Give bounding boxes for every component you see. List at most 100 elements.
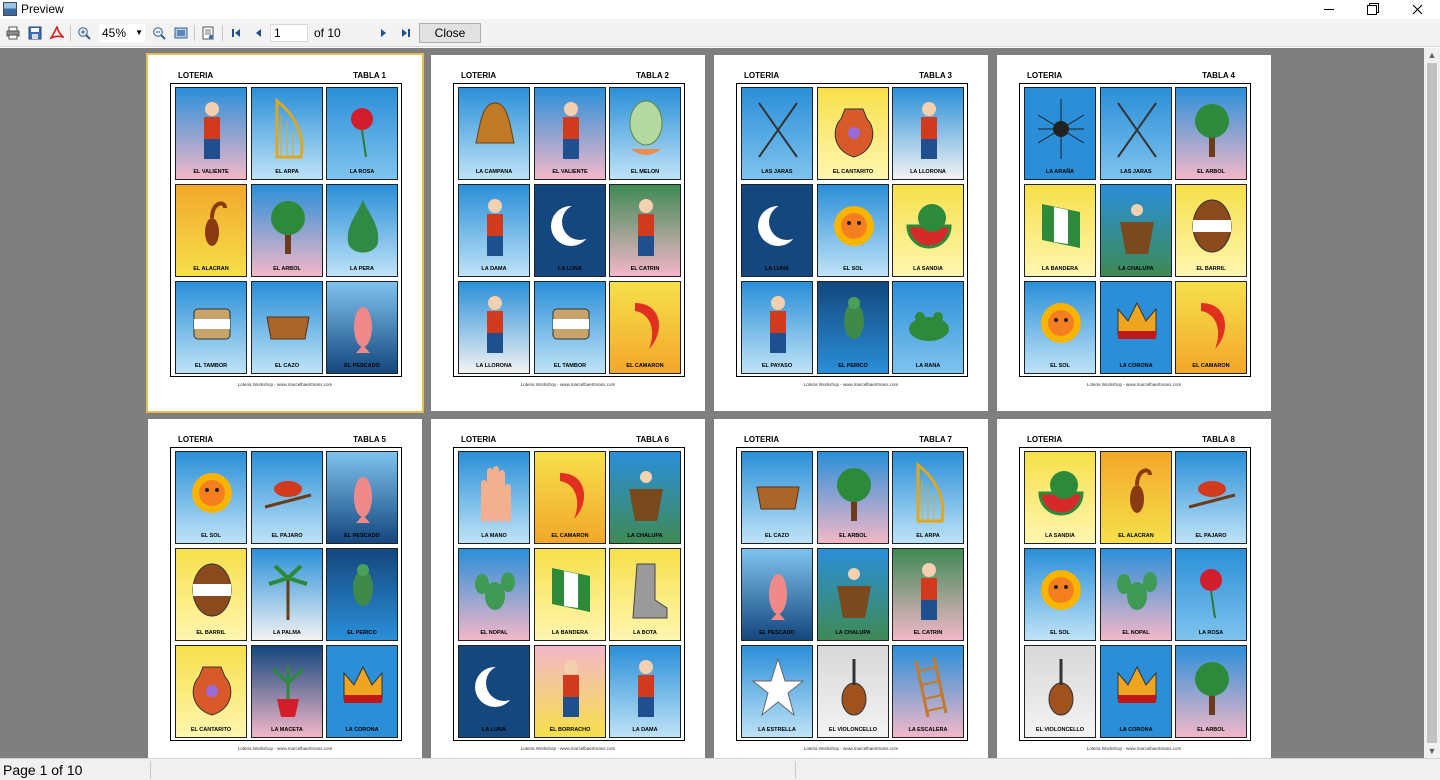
next-page-button[interactable] — [375, 24, 393, 42]
card-label: LA ROSA — [1198, 630, 1224, 636]
card-label: LA LUNA — [765, 266, 789, 272]
page-footer: Loteria Workshop - www.marcelbaertmans.c… — [520, 382, 616, 387]
preview-page[interactable]: LOTERIA TABLA 6 LA MANO EL CAMARON LA CHALUP… — [431, 419, 705, 758]
preview-page[interactable]: LOTERIA TABLA 8 LA SANDIA EL ALACRAN EL PAJA… — [997, 419, 1271, 758]
zoom-out-button[interactable] — [150, 24, 168, 42]
card-el-arpa: EL ARPA — [892, 451, 964, 544]
print-button[interactable] — [4, 24, 22, 42]
el-catrin-icon — [618, 191, 674, 261]
card-el-camaron: EL CAMARON — [534, 451, 606, 544]
el-alacran-icon — [1109, 458, 1165, 528]
zoom-select[interactable]: 45% ▼ — [99, 24, 145, 42]
vertical-scrollbar[interactable]: ▲ ▼ — [1424, 48, 1440, 758]
el-cazo-icon — [260, 288, 316, 358]
card-label: EL TAMBOR — [553, 363, 587, 369]
fit-page-button[interactable] — [172, 24, 190, 42]
card-label: EL BARRIL — [196, 630, 226, 636]
el-arbol-icon — [1184, 652, 1240, 722]
card-el-camaron: EL CAMARON — [609, 281, 681, 374]
page-heading: LOTERIA TABLA 7 — [744, 435, 952, 444]
card-label: LA LUNA — [558, 266, 582, 272]
card-el-sol: EL SOL — [817, 184, 889, 277]
card-el-pescado: EL PESCADO — [326, 451, 398, 544]
loteria-board: EL SOL EL PAJARO EL PESCADO EL BARRIL LA PAL… — [170, 447, 402, 741]
page-heading-left: LOTERIA — [461, 435, 497, 444]
el-cazo-icon — [750, 458, 806, 528]
card-label: LA LLORONA — [476, 363, 512, 369]
last-page-button[interactable] — [397, 24, 415, 42]
preview-page[interactable]: LOTERIA TABLA 3 LAS JARAS EL CANTARITO LA LL… — [714, 55, 988, 411]
card-label: LA MACETA — [271, 727, 303, 733]
card-label: LA ESCALERA — [908, 727, 948, 733]
scroll-down-arrow-icon[interactable]: ▼ — [1424, 744, 1440, 758]
card-label: LA LLORONA — [910, 169, 946, 175]
close-window-button[interactable] — [1394, 0, 1440, 19]
first-page-icon — [232, 29, 240, 37]
page-number-input[interactable]: 1 — [270, 24, 308, 42]
page-footer: Loteria Workshop - www.marcelbaertmans.c… — [803, 746, 899, 751]
export-pdf-button[interactable] — [48, 24, 66, 42]
close-button[interactable]: Close — [419, 23, 481, 43]
card-el-arbol: EL ARBOL — [1175, 645, 1247, 738]
card-label: LA ROSA — [349, 169, 375, 175]
restore-button[interactable] — [1349, 0, 1395, 19]
page-count-label: of 10 — [314, 26, 341, 40]
las-jaras-icon — [750, 94, 806, 164]
el-barril-icon — [1184, 191, 1240, 261]
scrollbar-thumb[interactable] — [1427, 63, 1437, 743]
el-pescado-icon — [750, 555, 806, 625]
first-page-button[interactable] — [227, 24, 245, 42]
el-nopal-icon — [1109, 555, 1165, 625]
card-el-violoncello: EL VIOLONCELLO — [817, 645, 889, 738]
el-camaron-icon — [543, 458, 599, 528]
zoom-in-button[interactable] — [75, 24, 93, 42]
card-el-cazo: EL CAZO — [741, 451, 813, 544]
preview-page[interactable]: LOTERIA TABLA 5 EL SOL EL PAJARO EL PESCADO E… — [148, 419, 422, 758]
preview-page[interactable]: LOTERIA TABLA 7 EL CAZO EL ARBOL EL ARPA EL P… — [714, 419, 988, 758]
scroll-up-arrow-icon[interactable]: ▲ — [1424, 48, 1440, 62]
card-el-sol: EL SOL — [1024, 281, 1096, 374]
card-label: LA CHALUPA — [627, 533, 663, 539]
card-el-melon: EL MELON — [609, 87, 681, 180]
card-la-corona: LA CORONA — [1100, 645, 1172, 738]
status-divider — [150, 761, 151, 779]
previous-page-button[interactable] — [249, 24, 267, 42]
card-el-tambor: EL TAMBOR — [175, 281, 247, 374]
card-label: LA BANDERA — [1041, 266, 1079, 272]
minimize-button[interactable] — [1306, 0, 1352, 19]
card-label: EL PAJARO — [271, 533, 303, 539]
card-el-barril: EL BARRIL — [175, 548, 247, 641]
preview-area[interactable]: LOTERIA TABLA 1 EL VALIENTE EL ARPA LA ROSA E… — [0, 48, 1424, 758]
card-el-payaso: EL PAYASO — [741, 281, 813, 374]
el-sol-icon — [826, 191, 882, 261]
page-footer: Loteria Workshop - www.marcelbaertmans.c… — [520, 746, 616, 751]
preview-page[interactable]: LOTERIA TABLA 4 LA ARAÑA LAS JARAS EL ARBOL L… — [997, 55, 1271, 411]
save-button[interactable] — [26, 24, 44, 42]
card-label: EL VALIENTE — [193, 169, 229, 175]
el-arbol-icon — [1184, 94, 1240, 164]
card-label: EL ARPA — [275, 169, 299, 175]
previous-page-icon — [256, 29, 261, 37]
page-heading-left: LOTERIA — [1027, 435, 1063, 444]
loteria-board: EL VALIENTE EL ARPA LA ROSA EL ALACRAN EL AR… — [170, 83, 402, 377]
loteria-board: LAS JARAS EL CANTARITO LA LLORONA LA LUNA EL… — [736, 83, 968, 377]
page-footer: Loteria Workshop - www.marcelbaertmans.c… — [1086, 746, 1182, 751]
la-escalera-icon — [901, 652, 957, 722]
la-rosa-icon — [1184, 555, 1240, 625]
page-heading: LOTERIA TABLA 1 — [178, 71, 386, 80]
preview-page[interactable]: LOTERIA TABLA 2 LA CAMPANA EL VALIENTE EL ME… — [431, 55, 705, 411]
el-sol-icon — [1033, 555, 1089, 625]
card-label: EL SOL — [1050, 630, 1070, 636]
card-label: LA CHALUPA — [835, 630, 871, 636]
close-icon — [1412, 4, 1422, 15]
pdf-icon — [50, 26, 64, 40]
page-setup-button[interactable] — [199, 24, 217, 42]
card-la-maceta: LA MACETA — [251, 645, 323, 738]
card-label: LA LUNA — [482, 727, 506, 733]
preview-page[interactable]: LOTERIA TABLA 1 EL VALIENTE EL ARPA LA ROSA E… — [146, 53, 424, 413]
card-label: EL CAMARON — [551, 533, 589, 539]
page-heading-left: LOTERIA — [1027, 71, 1063, 80]
card-label: EL CANTARITO — [190, 727, 232, 733]
page-footer: Loteria Workshop - www.marcelbaertmans.c… — [1086, 382, 1182, 387]
el-pajaro-icon — [260, 458, 316, 528]
